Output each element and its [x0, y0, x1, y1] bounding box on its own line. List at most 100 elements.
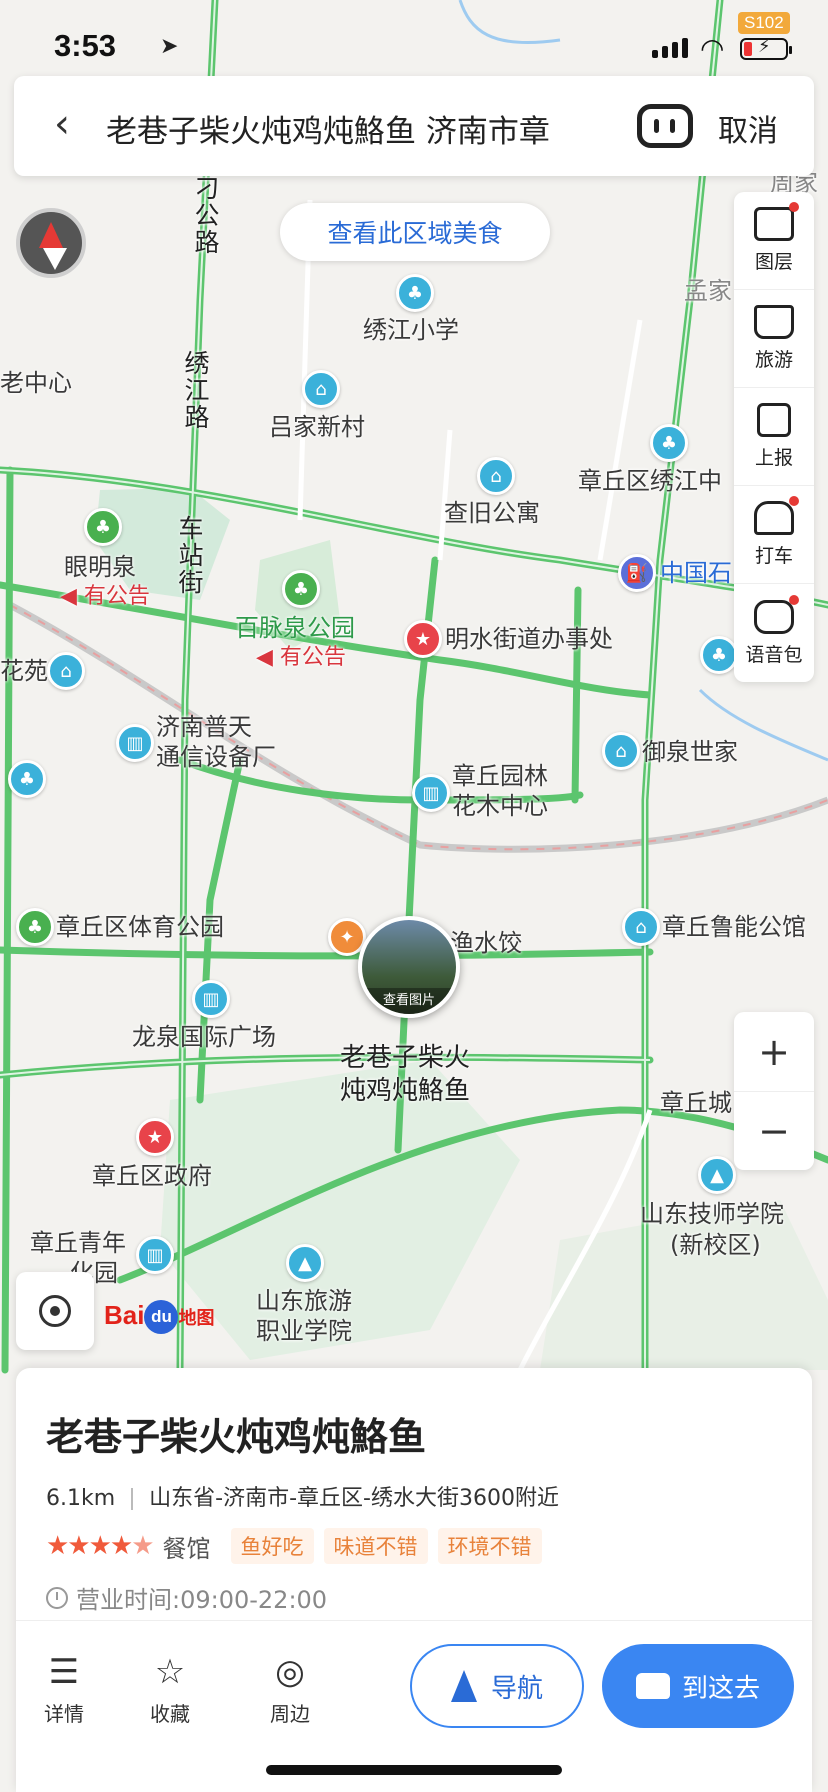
baidu-map-logo: Bai du 地图 — [104, 1300, 214, 1335]
zoom-out-button[interactable]: − — [734, 1091, 814, 1170]
zoom-control: + − — [734, 1012, 814, 1170]
poi-label: 山东技师学院 — [640, 1200, 784, 1228]
area-food-button[interactable]: 查看此区域美食 — [280, 203, 550, 261]
graduation-cap-icon: ▲ — [710, 1164, 724, 1186]
tree-icon: ♣ — [406, 282, 424, 304]
school-pin[interactable]: ♣ — [396, 274, 434, 312]
park-pin[interactable]: ♣ — [282, 570, 320, 608]
building-pin[interactable]: ▥ — [116, 724, 154, 762]
poi-label: 吕家新村 — [269, 413, 365, 441]
government-pin[interactable]: ★ — [404, 620, 442, 658]
poi-label: 花苑 — [0, 657, 48, 685]
selected-place-photo[interactable]: 查看图片 — [358, 916, 460, 1018]
house-icon: ⌂ — [490, 465, 502, 487]
tool-travel[interactable]: 旅游 — [734, 290, 814, 388]
building-icon: ▥ — [146, 1244, 164, 1266]
building-pin[interactable]: ▥ — [412, 774, 450, 812]
crosshair-icon — [39, 1295, 71, 1327]
school-pin[interactable]: ▲ — [698, 1156, 736, 1194]
map-tools-panel: 图层 旅游 上报 打车 语音包 — [734, 192, 814, 682]
tool-report[interactable]: 上报 — [734, 388, 814, 486]
nearby-button[interactable]: ◎ 周边 — [250, 1650, 330, 1727]
park-pin[interactable]: ♣ — [84, 508, 122, 546]
residence-pin[interactable]: ⌂ — [477, 457, 515, 495]
building-pin[interactable]: ▥ — [136, 1236, 174, 1274]
poi-label: 绣江小学 — [363, 316, 459, 344]
place-detail-card[interactable]: 老巷子柴火炖鸡炖鮥鱼 6.1km 山东省-济南市-章丘区-绣水大街3600附近 ★… — [16, 1368, 812, 1792]
poi-label: 渔水饺 — [450, 929, 522, 957]
star-icon: ★ — [414, 628, 432, 650]
details-button[interactable]: ☰ 详情 — [24, 1650, 104, 1727]
tool-label: 打车 — [754, 545, 793, 567]
building-pin[interactable]: ▥ — [192, 980, 230, 1018]
poi-label: 章丘区政府 — [92, 1162, 212, 1190]
residence-pin[interactable]: ⌂ — [302, 370, 340, 408]
tree-icon: ♣ — [292, 578, 310, 600]
tool-label: 语音包 — [745, 643, 803, 666]
navigate-button[interactable]: 导航 — [410, 1644, 584, 1728]
poi-label: 济南普天 — [156, 713, 252, 741]
clock-icon — [46, 1586, 68, 1609]
school-pin[interactable]: ▲ — [286, 1244, 324, 1282]
poi-label: 章丘区体育公园 — [56, 913, 224, 941]
road-label: 绣江路 — [181, 350, 210, 431]
locate-me-button[interactable] — [16, 1272, 94, 1350]
tree-icon: ♣ — [710, 644, 728, 666]
road-label: 刁公路 — [191, 175, 220, 256]
tag: 环境不错 — [437, 1528, 542, 1564]
poi-label: 孟家 — [684, 277, 732, 305]
government-pin[interactable]: ★ — [136, 1118, 174, 1156]
favorite-button[interactable]: ☆ 收藏 — [130, 1650, 210, 1727]
travel-icon — [754, 305, 794, 339]
notification-dot — [789, 202, 799, 212]
graduation-cap-icon: ▲ — [298, 1252, 312, 1274]
school-pin[interactable]: ♣ — [8, 760, 46, 798]
tool-voice-pack[interactable]: 语音包 — [734, 584, 814, 682]
cancel-button[interactable]: 取消 — [718, 106, 778, 150]
voice-pack-icon — [754, 594, 799, 634]
poi-label: 章丘园林 — [452, 762, 548, 790]
school-pin[interactable]: ♣ — [650, 424, 688, 462]
road-label: 车站街 — [175, 515, 204, 596]
poi-label: 章丘城 — [660, 1089, 732, 1117]
tool-taxi[interactable]: 打车 — [734, 486, 814, 584]
residence-pin[interactable]: ⌂ — [47, 652, 85, 690]
category: 餐馆 — [162, 1534, 211, 1563]
gas-icon: ⛽ — [625, 562, 649, 584]
poi-label: 职业学院 — [256, 1317, 352, 1345]
tool-label: 旅游 — [754, 349, 793, 371]
home-indicator — [266, 1765, 562, 1775]
poi-label: 章丘青年 — [30, 1229, 126, 1257]
school-pin[interactable]: ♣ — [700, 636, 738, 674]
rating-row: ★★★★★ 餐馆 鱼好吃 味道不错 环境不错 — [46, 1528, 542, 1564]
tool-layers[interactable]: 图层 — [734, 192, 814, 290]
tool-label: 图层 — [754, 251, 793, 273]
gas-station-pin[interactable]: ⛽ — [618, 554, 656, 592]
opening-hours: 营业时间:09:00-22:00 — [46, 1580, 327, 1615]
star-rating: ★★★★★ — [46, 1531, 155, 1561]
tool-label: 上报 — [754, 447, 793, 469]
residence-pin[interactable]: ⌂ — [622, 908, 660, 946]
building-icon: ▥ — [422, 782, 440, 804]
poi-label: 查旧公寓 — [444, 499, 540, 527]
zoom-in-button[interactable]: + — [734, 1012, 814, 1091]
search-query[interactable]: 老巷子柴火炖鸡炖鮥鱼 济南市章 — [106, 106, 586, 151]
notice-label: ◀ 有公告 — [256, 645, 346, 670]
residence-pin[interactable]: ⌂ — [602, 732, 640, 770]
photo-caption: 查看图片 — [362, 988, 456, 1014]
park-pin[interactable]: ♣ — [16, 908, 54, 946]
poi-label: 章丘区绣江中 — [578, 467, 722, 495]
voice-input-icon[interactable] — [637, 104, 693, 148]
poi-label: 通信设备厂 — [156, 743, 276, 771]
back-chevron-icon[interactable]: ‹ — [54, 102, 70, 146]
go-here-button[interactable]: 到这去 — [602, 1644, 794, 1728]
poi-label: 山东旅游 — [256, 1287, 352, 1315]
address: 山东省-济南市-章丘区-绣水大街3600附近 — [149, 1486, 559, 1511]
compass-icon[interactable] — [16, 208, 86, 278]
poi-label: 明水街道办事处 — [445, 625, 613, 653]
poi-label: 中国石 — [660, 559, 732, 587]
house-icon: ⌂ — [615, 740, 627, 762]
place-info: 6.1km 山东省-济南市-章丘区-绣水大街3600附近 — [46, 1480, 559, 1512]
tree-icon: ♣ — [26, 916, 44, 938]
tag: 鱼好吃 — [230, 1528, 314, 1564]
